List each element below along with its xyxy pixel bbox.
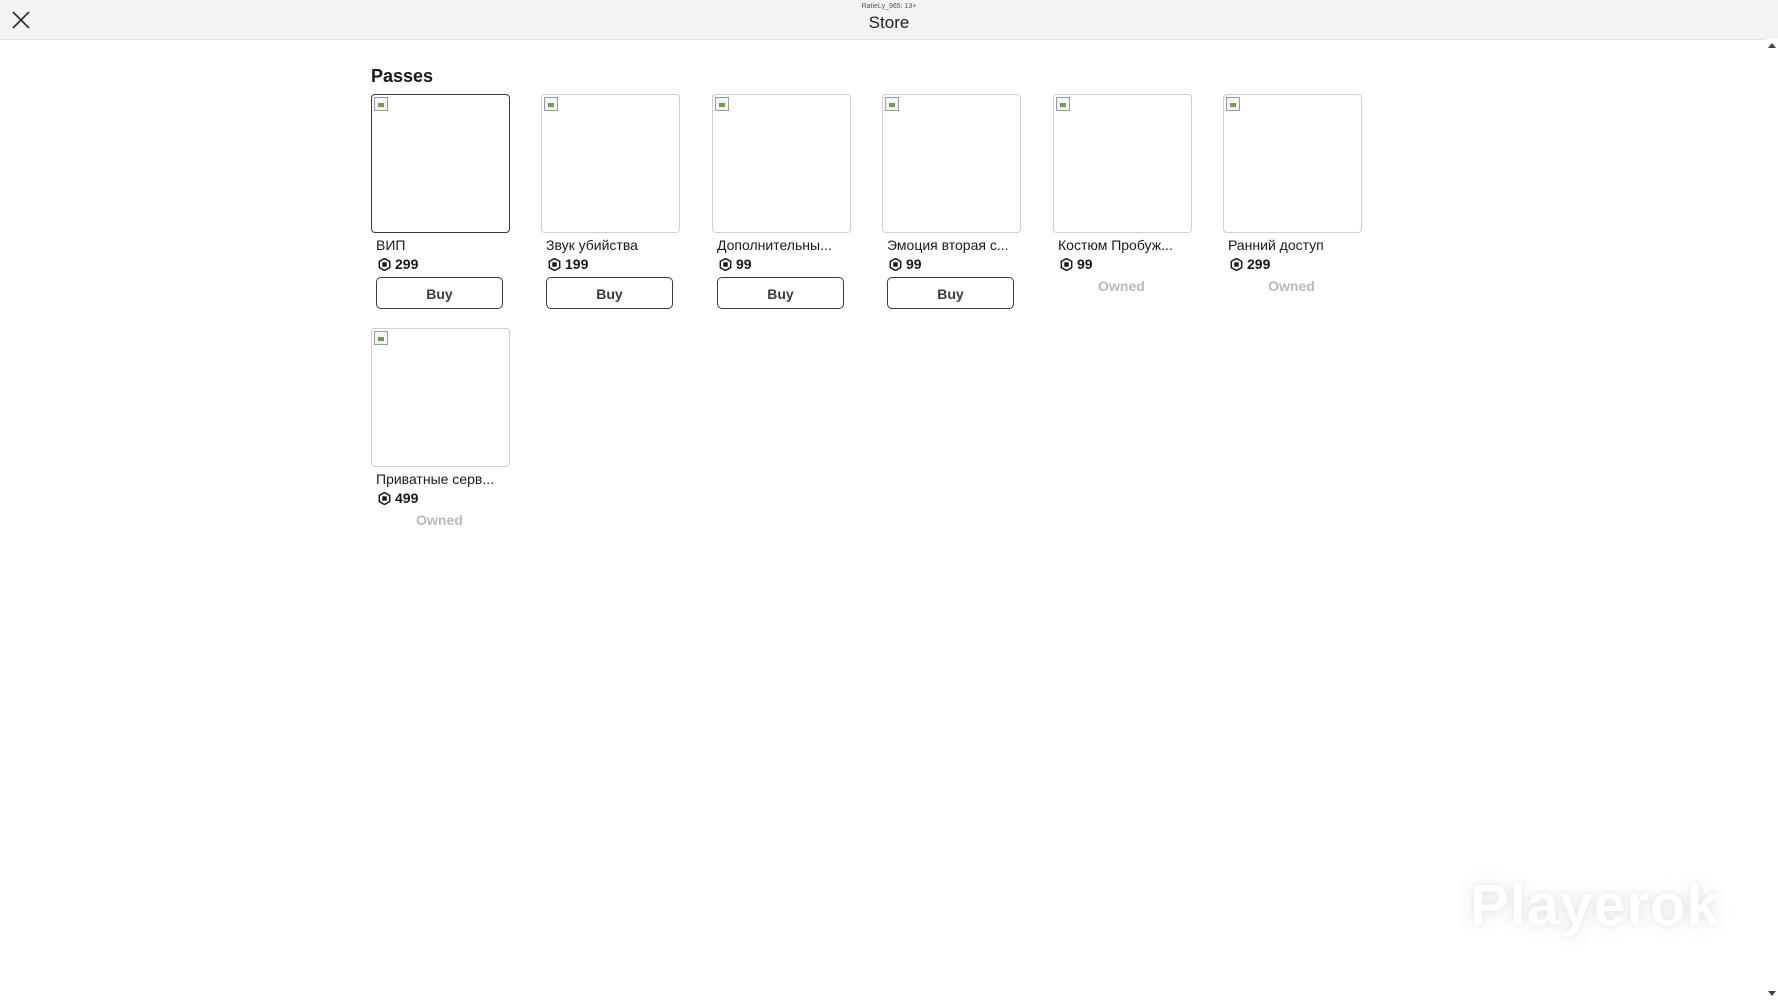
buy-button[interactable]: Buy bbox=[376, 277, 503, 309]
pass-name: Ранний доступ bbox=[1228, 237, 1324, 253]
pass-thumbnail[interactable] bbox=[1053, 94, 1192, 233]
pass-name: Дополнительны... bbox=[717, 237, 832, 253]
window-subtitle: RatieLy_965: 13+ bbox=[861, 3, 917, 10]
robux-icon bbox=[378, 491, 391, 505]
top-bar: RatieLy_965: 13+ Store bbox=[0, 0, 1778, 40]
pass-price: 299 bbox=[1230, 256, 1270, 272]
pass-card[interactable]: ВИП 299 Buy bbox=[371, 94, 511, 314]
broken-image-icon bbox=[544, 97, 558, 111]
broken-image-icon bbox=[885, 97, 899, 111]
pass-thumbnail[interactable] bbox=[371, 328, 510, 467]
pass-price-value: 99 bbox=[1077, 256, 1093, 272]
buy-button[interactable]: Buy bbox=[546, 277, 673, 309]
pass-price-value: 199 bbox=[565, 256, 589, 272]
playerok-watermark: Playerok bbox=[1470, 873, 1720, 938]
pass-price: 199 bbox=[548, 256, 588, 272]
owned-label: Owned bbox=[1098, 278, 1145, 294]
broken-image-icon bbox=[374, 97, 388, 111]
pass-price: 299 bbox=[378, 256, 418, 272]
scroll-down-arrow-icon[interactable] bbox=[1768, 991, 1776, 996]
scroll-up-arrow-icon[interactable] bbox=[1768, 43, 1776, 48]
pass-card[interactable]: Звук убийства 199 Buy bbox=[541, 94, 681, 314]
owned-label: Owned bbox=[1268, 278, 1315, 294]
pass-card[interactable]: Ранний доступ 299 Owned bbox=[1223, 94, 1363, 314]
robux-icon bbox=[719, 257, 732, 271]
pass-thumbnail[interactable] bbox=[1223, 94, 1362, 233]
section-title-passes: Passes bbox=[371, 66, 434, 86]
pass-price: 99 bbox=[719, 256, 752, 272]
broken-image-icon bbox=[715, 97, 729, 111]
pass-name: ВИП bbox=[376, 237, 406, 253]
broken-image-icon bbox=[1226, 97, 1240, 111]
robux-icon bbox=[1060, 257, 1073, 271]
pass-price-value: 299 bbox=[1247, 256, 1271, 272]
pass-thumbnail[interactable] bbox=[712, 94, 851, 233]
pass-name: Костюм Пробуж... bbox=[1058, 237, 1173, 253]
pass-price-value: 99 bbox=[736, 256, 752, 272]
robux-icon bbox=[889, 257, 902, 271]
robux-icon bbox=[548, 257, 561, 271]
pass-name: Звук убийства bbox=[546, 237, 638, 253]
owned-label: Owned bbox=[416, 512, 463, 528]
pass-price: 99 bbox=[889, 256, 922, 272]
pass-thumbnail[interactable] bbox=[541, 94, 680, 233]
pass-thumbnail[interactable] bbox=[371, 94, 510, 233]
pass-card[interactable]: Костюм Пробуж... 99 Owned bbox=[1053, 94, 1193, 314]
pass-card[interactable]: Дополнительны... 99 Buy bbox=[712, 94, 852, 314]
pass-thumbnail[interactable] bbox=[882, 94, 1021, 233]
pass-price-value: 299 bbox=[395, 256, 419, 272]
broken-image-icon bbox=[374, 331, 388, 345]
pass-price-value: 99 bbox=[906, 256, 922, 272]
vertical-scrollbar[interactable] bbox=[1766, 39, 1778, 1000]
robux-icon bbox=[1230, 257, 1243, 271]
pass-price: 499 bbox=[378, 490, 418, 506]
broken-image-icon bbox=[1056, 97, 1070, 111]
pass-card[interactable]: Приватные серв... 499 Owned bbox=[371, 328, 511, 548]
buy-button[interactable]: Buy bbox=[717, 277, 844, 309]
buy-button[interactable]: Buy bbox=[887, 277, 1014, 309]
pass-price: 99 bbox=[1060, 256, 1093, 272]
window-title: Store bbox=[868, 13, 910, 32]
pass-name: Приватные серв... bbox=[376, 471, 494, 487]
pass-price-value: 499 bbox=[395, 490, 419, 506]
robux-icon bbox=[378, 257, 391, 271]
pass-name: Эмоция вторая с... bbox=[887, 237, 1009, 253]
pass-card[interactable]: Эмоция вторая с... 99 Buy bbox=[882, 94, 1022, 314]
